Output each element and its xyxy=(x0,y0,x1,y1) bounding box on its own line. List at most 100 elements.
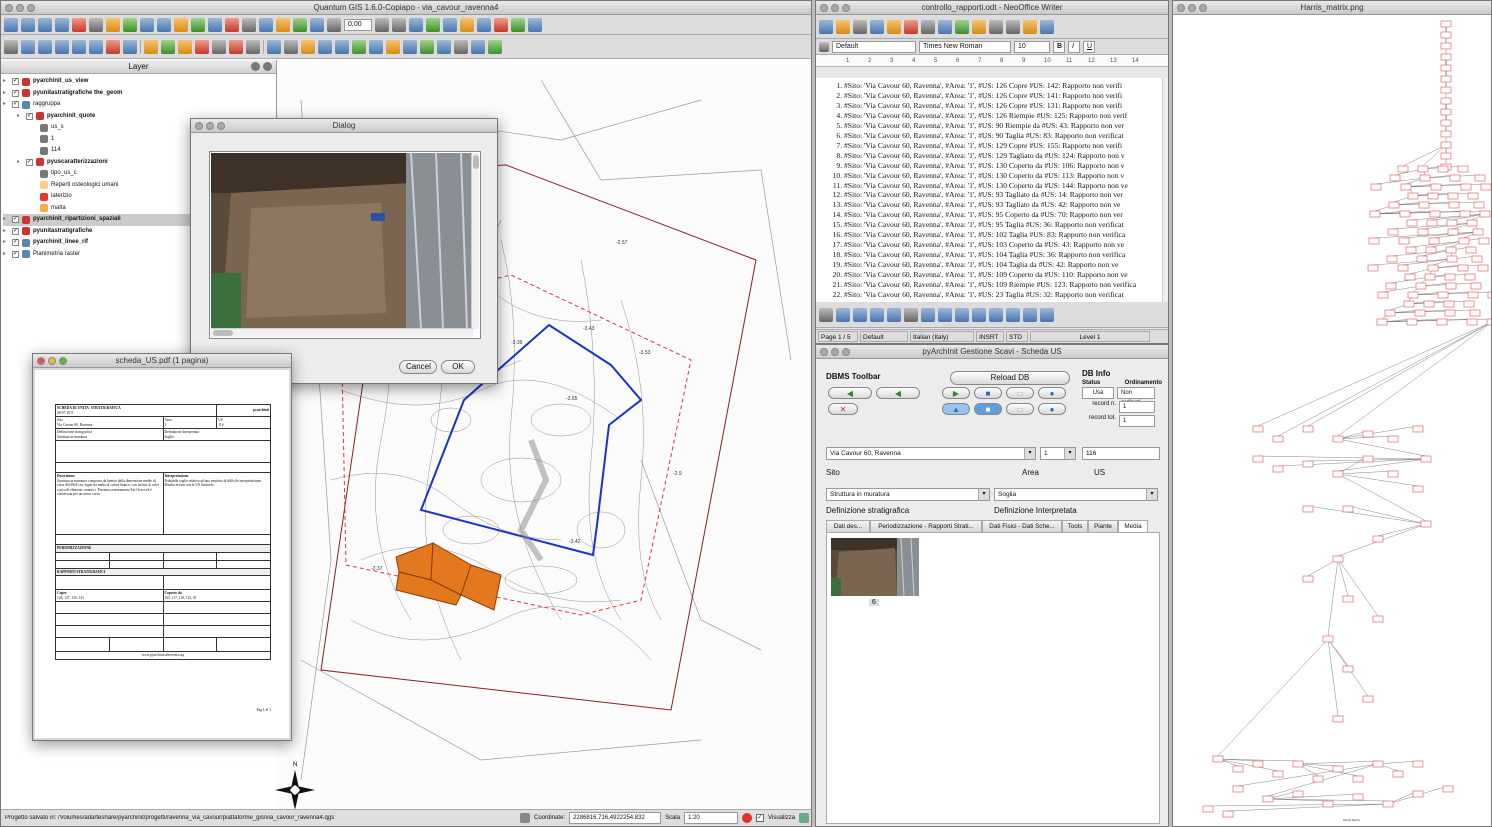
document-line[interactable]: #Sito: 'Via Cavour 60, Ravenna', #Area: … xyxy=(844,161,1164,171)
callout-tool-icon[interactable] xyxy=(921,307,935,322)
print-icon[interactable] xyxy=(921,19,935,34)
plugin-a-icon[interactable] xyxy=(335,39,349,54)
new-record-button[interactable]: ● xyxy=(1038,387,1066,399)
zoom-icon[interactable] xyxy=(1199,4,1207,12)
close-icon[interactable] xyxy=(37,357,45,365)
plugin-2-icon[interactable] xyxy=(426,17,440,32)
measure-icon[interactable] xyxy=(191,17,205,32)
plugin-j-icon[interactable] xyxy=(488,39,502,54)
document-line[interactable]: #Sito: 'Via Cavour 60, Ravenna', #Area: … xyxy=(844,260,1164,270)
document-line[interactable]: #Sito: 'Via Cavour 60, Ravenna', #Area: … xyxy=(844,190,1164,200)
zoom-icon[interactable] xyxy=(27,4,35,12)
plugin-site-icon[interactable] xyxy=(212,39,226,54)
document-line[interactable]: #Sito: 'Via Cavour 60, Ravenna', #Area: … xyxy=(844,240,1164,250)
plugin-finds-icon[interactable] xyxy=(229,39,243,54)
vertex-icon[interactable] xyxy=(310,17,324,32)
plugin-6-icon[interactable] xyxy=(494,17,508,32)
symbol-shapes-icon[interactable] xyxy=(955,307,969,322)
line-tool-icon[interactable] xyxy=(836,307,850,322)
north-arrow-icon[interactable] xyxy=(157,17,171,32)
zoom-in-icon[interactable] xyxy=(21,39,35,54)
refresh-icon[interactable] xyxy=(123,39,137,54)
toggle-extrusion-icon[interactable] xyxy=(1040,307,1054,322)
deselect-icon[interactable] xyxy=(225,17,239,32)
zoom-icon[interactable] xyxy=(842,348,850,356)
minimize-icon[interactable] xyxy=(16,4,24,12)
area-select[interactable]: 1 ▾ xyxy=(1040,447,1076,460)
pdf-titlebar[interactable]: scheda_US.pdf (1 pagina) xyxy=(33,354,291,368)
identify-feature-icon[interactable] xyxy=(144,39,158,54)
zoom-icon[interactable] xyxy=(842,4,850,12)
writer-vscrollbar[interactable] xyxy=(1162,78,1168,302)
scale-field[interactable]: 1:20 xyxy=(684,812,739,824)
zoom-selection-icon[interactable] xyxy=(89,39,103,54)
plugin-us-icon[interactable] xyxy=(195,39,209,54)
bold-button[interactable]: B xyxy=(1053,40,1065,53)
dialog-vscrollbar[interactable] xyxy=(471,153,479,329)
minimize-icon[interactable] xyxy=(831,4,839,12)
media-thumbnail[interactable] xyxy=(831,538,919,596)
save-project-icon[interactable] xyxy=(38,17,52,32)
coordinate-field[interactable]: 2286816.716,4922254.832 xyxy=(569,812,662,824)
document-line[interactable]: #Sito: 'Via Cavour 60, Ravenna', #Area: … xyxy=(844,250,1164,260)
pan-icon[interactable] xyxy=(89,17,103,32)
plugin-b-icon[interactable] xyxy=(352,39,366,54)
tab-3[interactable]: Tools xyxy=(1062,520,1088,532)
qgis-titlebar[interactable]: Quantum GIS 1.6.0-Copiapo - via_cavour_r… xyxy=(1,1,811,15)
zoom-last-icon[interactable] xyxy=(106,39,120,54)
open-project-icon[interactable] xyxy=(21,17,35,32)
select-icon[interactable] xyxy=(208,17,222,32)
new-doc-icon[interactable] xyxy=(819,19,833,34)
render-checkbox[interactable]: ✓ xyxy=(756,814,765,822)
plugin-1-icon[interactable] xyxy=(409,17,423,32)
info-icon[interactable] xyxy=(318,39,332,54)
capture-polygon-icon[interactable] xyxy=(293,17,307,32)
size-select[interactable]: 10 xyxy=(1014,40,1050,53)
preview-icon[interactable] xyxy=(938,19,952,34)
cancel-button[interactable]: Cancel xyxy=(399,360,437,374)
document-line[interactable]: #Sito: 'Via Cavour 60, Ravenna', #Area: … xyxy=(844,270,1164,280)
add-postgis-icon[interactable] xyxy=(140,17,154,32)
plugin-h-icon[interactable] xyxy=(454,39,468,54)
freeform-tool-icon[interactable] xyxy=(887,307,901,322)
plugin-tool-icon[interactable] xyxy=(246,39,260,54)
add-vector-icon[interactable] xyxy=(106,17,120,32)
order-button[interactable]: ▭ xyxy=(1006,403,1034,415)
paste-icon[interactable] xyxy=(1023,19,1037,34)
minimize-icon[interactable] xyxy=(206,122,214,130)
rectangle-tool-icon[interactable] xyxy=(853,307,867,322)
document-line[interactable]: #Sito: 'Via Cavour 60, Ravenna', #Area: … xyxy=(844,280,1164,290)
autospell-icon[interactable] xyxy=(972,19,986,34)
plugin-i-icon[interactable] xyxy=(471,39,485,54)
new-project-icon[interactable] xyxy=(4,17,18,32)
pdf-export-icon[interactable] xyxy=(904,19,918,34)
coordinate-toggle-icon[interactable] xyxy=(520,813,531,823)
view-all-button[interactable]: ■ xyxy=(974,403,1002,415)
plugin-c-icon[interactable] xyxy=(369,39,383,54)
plugin-g-icon[interactable] xyxy=(437,39,451,54)
us-input[interactable] xyxy=(1082,447,1160,460)
zoom-out-icon[interactable] xyxy=(38,39,52,54)
ellipse-tool-icon[interactable] xyxy=(870,307,884,322)
scheda-titlebar[interactable]: pyArchInit Gestione Scavi - Scheda US xyxy=(816,345,1168,359)
redo-icon[interactable] xyxy=(392,17,406,32)
italic-button[interactable]: I xyxy=(1068,40,1080,53)
document-line[interactable]: #Sito: 'Via Cavour 60, Ravenna', #Area: … xyxy=(844,181,1164,191)
tab-0[interactable]: Dati des... xyxy=(826,520,870,532)
def-interp-select[interactable]: Soglia ▾ xyxy=(994,488,1158,501)
document-line[interactable]: #Sito: 'Via Cavour 60, Ravenna', #Area: … xyxy=(844,151,1164,161)
search-button[interactable]: ▲ xyxy=(942,403,970,415)
flowchart-tool-icon[interactable] xyxy=(989,307,1003,322)
document-line[interactable]: #Sito: 'Via Cavour 60, Ravenna', #Area: … xyxy=(844,171,1164,181)
edit-icon[interactable] xyxy=(242,17,256,32)
harris-titlebar[interactable]: Harris_matrix.png xyxy=(1173,1,1491,15)
ok-button[interactable]: OK xyxy=(441,360,475,374)
python-icon[interactable] xyxy=(301,39,315,54)
next-record-button[interactable]: ▶ xyxy=(942,387,970,399)
plugin-d-icon[interactable] xyxy=(386,39,400,54)
shapes-tool-icon[interactable] xyxy=(938,307,952,322)
plugin-f-icon[interactable] xyxy=(420,39,434,54)
plugin-tree-icon[interactable] xyxy=(161,39,175,54)
document-line[interactable]: #Sito: 'Via Cavour 60, Ravenna', #Area: … xyxy=(844,210,1164,220)
minimize-icon[interactable] xyxy=(48,357,56,365)
